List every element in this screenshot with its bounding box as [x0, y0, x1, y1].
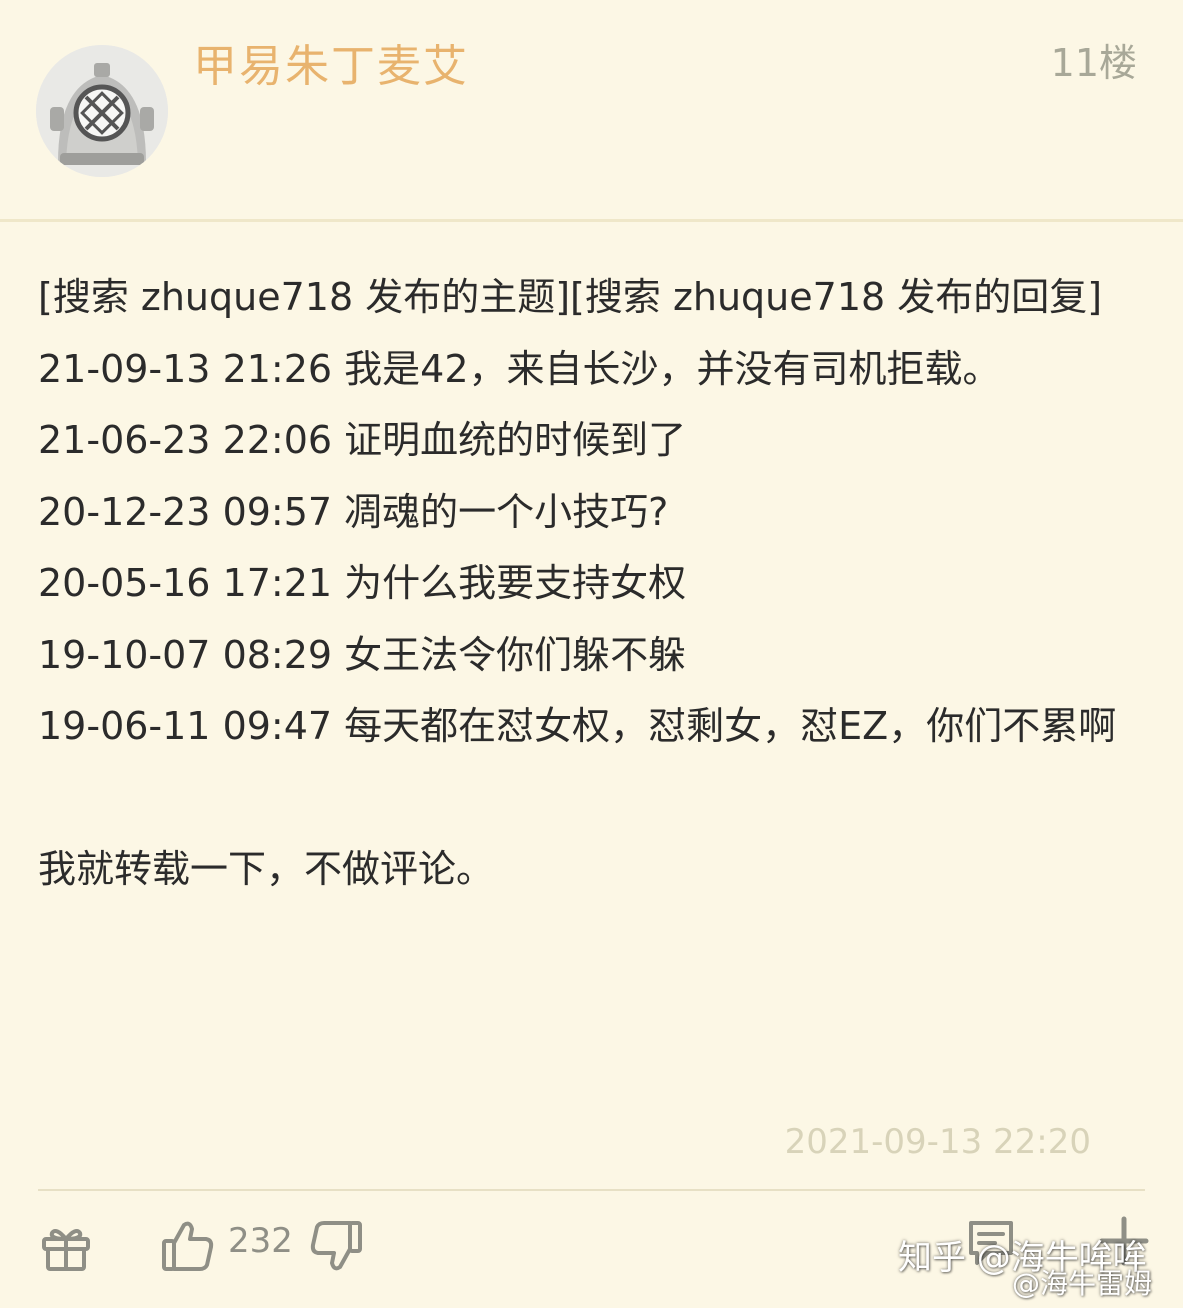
thumbs-down-icon[interactable]: [308, 1219, 364, 1273]
gift-icon[interactable]: [40, 1221, 92, 1273]
post-header: 甲易朱丁麦艾 11楼: [0, 0, 1183, 220]
header-divider: [0, 219, 1183, 222]
like-count: 232: [228, 1221, 293, 1261]
footer-divider: [38, 1189, 1145, 1191]
post-line: 20-05-16 17:21 为什么我要支持女权: [38, 561, 687, 605]
post-timestamp: 2021-09-13 22:20: [784, 1122, 1091, 1162]
username[interactable]: 甲易朱丁麦艾: [193, 30, 469, 94]
search-links[interactable]: [搜索 zhuque718 发布的主题][搜索 zhuque718 发布的回复]: [38, 262, 1138, 334]
thumbs-up-icon[interactable]: [160, 1219, 216, 1273]
post-line: 19-10-07 08:29 女王法令你们躲不躲: [38, 632, 687, 677]
watermark-weibo: @海牛雷姆: [1012, 1267, 1153, 1300]
post-line: 20-12-23 09:57 凋魂的一个小技巧?: [38, 489, 669, 534]
user-avatar[interactable]: [36, 45, 168, 177]
diving-helmet-icon: [36, 45, 168, 177]
floor-number: 11楼: [1050, 41, 1137, 85]
post-line: 21-06-23 22:06 证明血统的时候到了: [38, 418, 687, 462]
post-line: 21-09-13 21:26 我是42，来自长沙，并没有司机拒载。: [38, 346, 1001, 391]
post-body: [搜索 zhuque718 发布的主题][搜索 zhuque718 发布的回复]…: [38, 262, 1138, 906]
closing-remark: 我就转载一下，不做评论。: [38, 847, 495, 891]
post-line: 19-06-11 09:47 每天都在怼女权，怼剩女，怼EZ，你们不累啊: [38, 704, 1117, 748]
